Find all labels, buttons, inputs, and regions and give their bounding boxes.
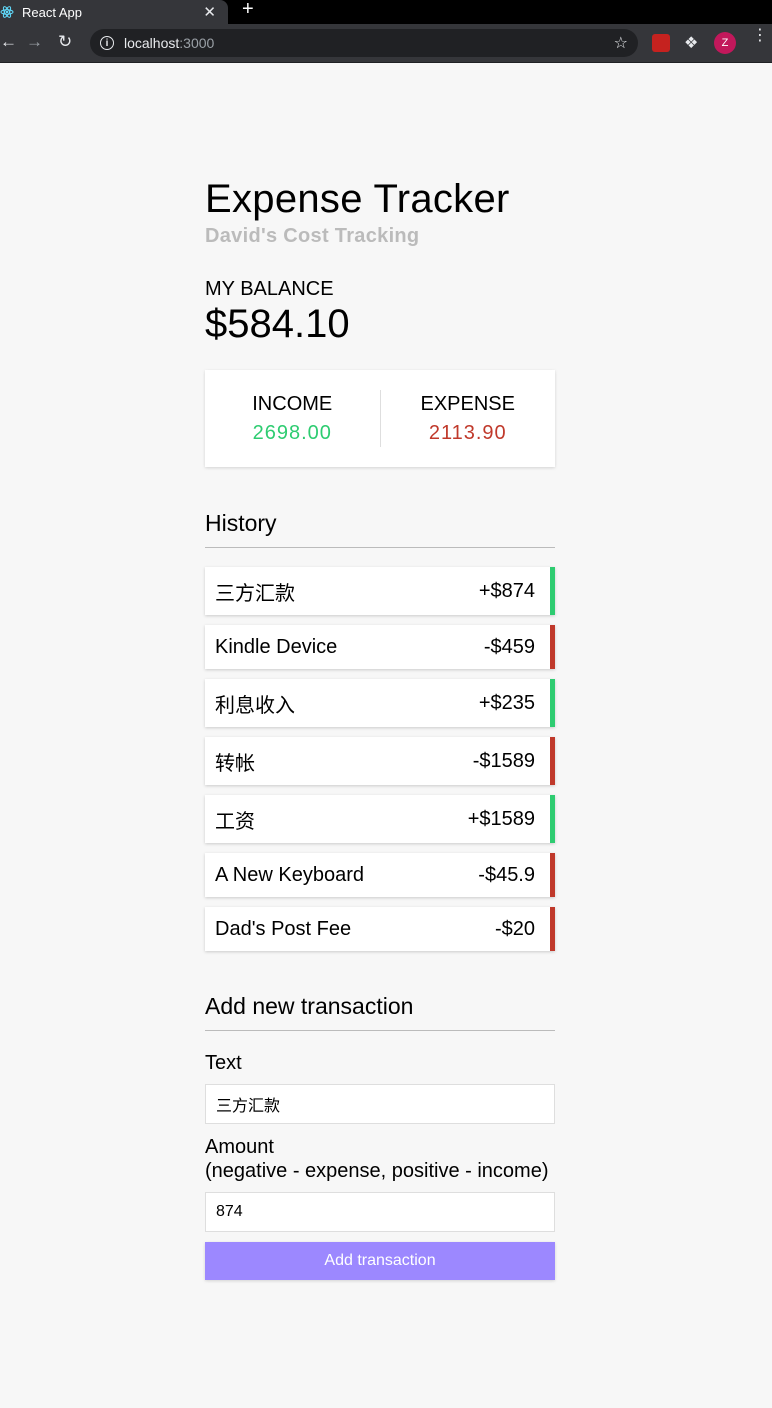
transaction-amount: +$235 [478, 691, 535, 714]
transaction-amount: +$1589 [467, 807, 535, 830]
back-icon[interactable]: ← [0, 33, 17, 51]
amount-hint: (negative - expense, positive - income) [205, 1160, 549, 1182]
react-favicon-icon [0, 5, 14, 19]
url-text: localhost:3000 [124, 35, 614, 51]
transaction-text: Dad's Post Fee [215, 917, 352, 940]
transaction-text: A New Keyboard [215, 863, 364, 886]
browser-tab-bar: React App ✕ + [0, 0, 772, 24]
forward-icon[interactable]: → [26, 33, 43, 51]
add-transaction-heading: Add new transaction [205, 993, 555, 1031]
url-port: :3000 [179, 35, 215, 51]
income-expense-card: INCOME 2698.00 EXPENSE 2113.90 [205, 370, 555, 467]
amount-label: Amount [205, 1136, 274, 1158]
star-icon[interactable]: ☆ [614, 33, 628, 53]
page-subtitle: David's Cost Tracking [205, 225, 420, 247]
list-item[interactable]: Kindle Device -$459 [205, 625, 555, 669]
avatar[interactable]: Z [714, 32, 736, 54]
expense-value: 2113.90 [428, 421, 507, 444]
transaction-amount: -$1589 [472, 749, 535, 772]
puzzle-icon[interactable]: ❖ [684, 33, 702, 52]
amount-field-label: Amount (negative - expense, positive - i… [205, 1135, 549, 1183]
transaction-text: Kindle Device [215, 635, 338, 658]
balance-label: MY BALANCE [205, 278, 334, 300]
transaction-text: 工资 [215, 810, 255, 833]
url-host: localhost [124, 35, 180, 51]
list-item[interactable]: A New Keyboard -$45.9 [205, 853, 555, 897]
list-item[interactable]: 三方汇款 +$874 [205, 567, 555, 615]
income-value: 2698.00 [252, 421, 332, 444]
history-heading: History [205, 510, 555, 548]
menu-dots-icon[interactable]: ⋮ [752, 28, 768, 44]
reload-icon[interactable]: ↻ [58, 33, 72, 51]
list-item[interactable]: Dad's Post Fee -$20 [205, 907, 555, 951]
address-bar[interactable]: i localhost:3000 ☆ [90, 29, 638, 57]
page-title: Expense Tracker [205, 177, 510, 221]
list-item[interactable]: 转帐 -$1589 [205, 737, 555, 785]
list-item[interactable]: 工资 +$1589 [205, 795, 555, 843]
new-tab-button[interactable]: + [242, 0, 254, 19]
add-transaction-button[interactable]: Add transaction [205, 1242, 555, 1280]
transaction-amount: +$874 [478, 579, 535, 602]
expense-column: EXPENSE 2113.90 [381, 393, 556, 445]
income-label: INCOME [252, 392, 333, 415]
transaction-amount: -$45.9 [478, 863, 535, 886]
transaction-text: 三方汇款 [215, 582, 295, 605]
amount-input[interactable] [205, 1192, 555, 1232]
transaction-amount: -$20 [494, 917, 535, 940]
list-item[interactable]: 利息收入 +$235 [205, 679, 555, 727]
browser-tab[interactable]: React App ✕ [0, 0, 228, 24]
close-tab-icon[interactable]: ✕ [203, 3, 216, 21]
income-column: INCOME 2698.00 [205, 393, 380, 445]
transaction-text: 转帐 [215, 752, 255, 775]
transaction-text: 利息收入 [215, 694, 295, 717]
balance-value: $584.10 [205, 302, 350, 346]
browser-toolbar: ← → ↻ i localhost:3000 ☆ ❖ Z ⋮ [0, 24, 772, 63]
tab-title: React App [22, 4, 82, 20]
expense-label: EXPENSE [420, 392, 515, 415]
transaction-amount: -$459 [483, 635, 535, 658]
text-input[interactable] [205, 1084, 555, 1124]
text-field-label: Text [205, 1052, 242, 1074]
info-icon[interactable]: i [100, 36, 114, 50]
extension-icon[interactable] [652, 34, 670, 52]
